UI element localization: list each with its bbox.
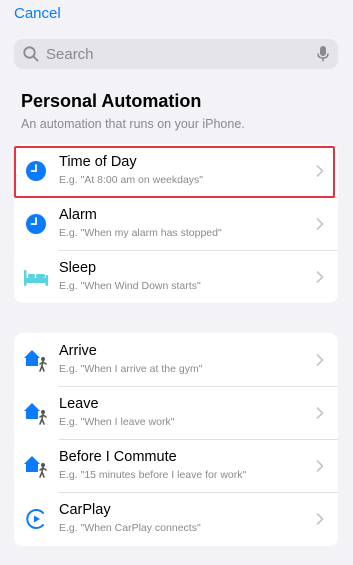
chevron-right-icon [316, 512, 324, 525]
row-subtitle: E.g. "At 8:00 am on weekdays" [59, 174, 204, 186]
row-subtitle: E.g. "When I leave work" [59, 416, 175, 428]
chevron-right-icon [316, 270, 324, 283]
row-title: CarPlay [59, 502, 111, 518]
trigger-group-location: Arrive E.g. "When I arrive at the gym" L… [14, 333, 338, 546]
row-title: Alarm [59, 207, 97, 223]
row-subtitle: E.g. "When my alarm has stopped" [59, 227, 222, 239]
row-arrive[interactable]: Arrive E.g. "When I arrive at the gym" [14, 333, 338, 386]
commute-icon [23, 453, 49, 479]
row-subtitle: E.g. "When CarPlay connects" [59, 522, 201, 534]
row-subtitle: E.g. "When Wind Down starts" [59, 280, 201, 292]
row-subtitle: E.g. "When I arrive at the gym" [59, 363, 203, 375]
chevron-right-icon [316, 459, 324, 472]
chevron-right-icon [316, 406, 324, 419]
row-title: Leave [59, 396, 99, 412]
leave-icon [23, 400, 49, 426]
row-subtitle: E.g. "15 minutes before I leave for work… [59, 469, 247, 481]
row-sleep[interactable]: Sleep E.g. "When Wind Down starts" [14, 250, 338, 303]
search-field[interactable]: Search [14, 39, 338, 69]
section-subtitle: An automation that runs on your iPhone. [21, 117, 245, 131]
arrive-icon [23, 347, 49, 373]
cancel-button[interactable]: Cancel [14, 5, 61, 22]
clock-icon [23, 158, 49, 184]
section-title: Personal Automation [21, 91, 202, 111]
chevron-right-icon [316, 217, 324, 230]
row-title: Time of Day [59, 154, 137, 170]
search-placeholder: Search [46, 45, 94, 63]
carplay-icon [23, 506, 49, 532]
row-alarm[interactable]: Alarm E.g. "When my alarm has stopped" [14, 197, 338, 250]
row-before-i-commute[interactable]: Before I Commute E.g. "15 minutes before… [14, 439, 338, 492]
chevron-right-icon [316, 164, 324, 177]
row-title: Before I Commute [59, 449, 177, 465]
row-title: Sleep [59, 260, 97, 276]
microphone-icon[interactable] [316, 45, 330, 63]
row-time-of-day[interactable]: Time of Day E.g. "At 8:00 am on weekdays… [14, 144, 338, 197]
bed-icon [23, 264, 49, 290]
row-leave[interactable]: Leave E.g. "When I leave work" [14, 386, 338, 439]
chevron-right-icon [316, 353, 324, 366]
trigger-group-time: Time of Day E.g. "At 8:00 am on weekdays… [14, 144, 338, 303]
clock-icon [23, 211, 49, 237]
row-carplay[interactable]: CarPlay E.g. "When CarPlay connects" [14, 492, 338, 545]
row-title: Arrive [59, 343, 97, 359]
search-icon [23, 46, 39, 62]
